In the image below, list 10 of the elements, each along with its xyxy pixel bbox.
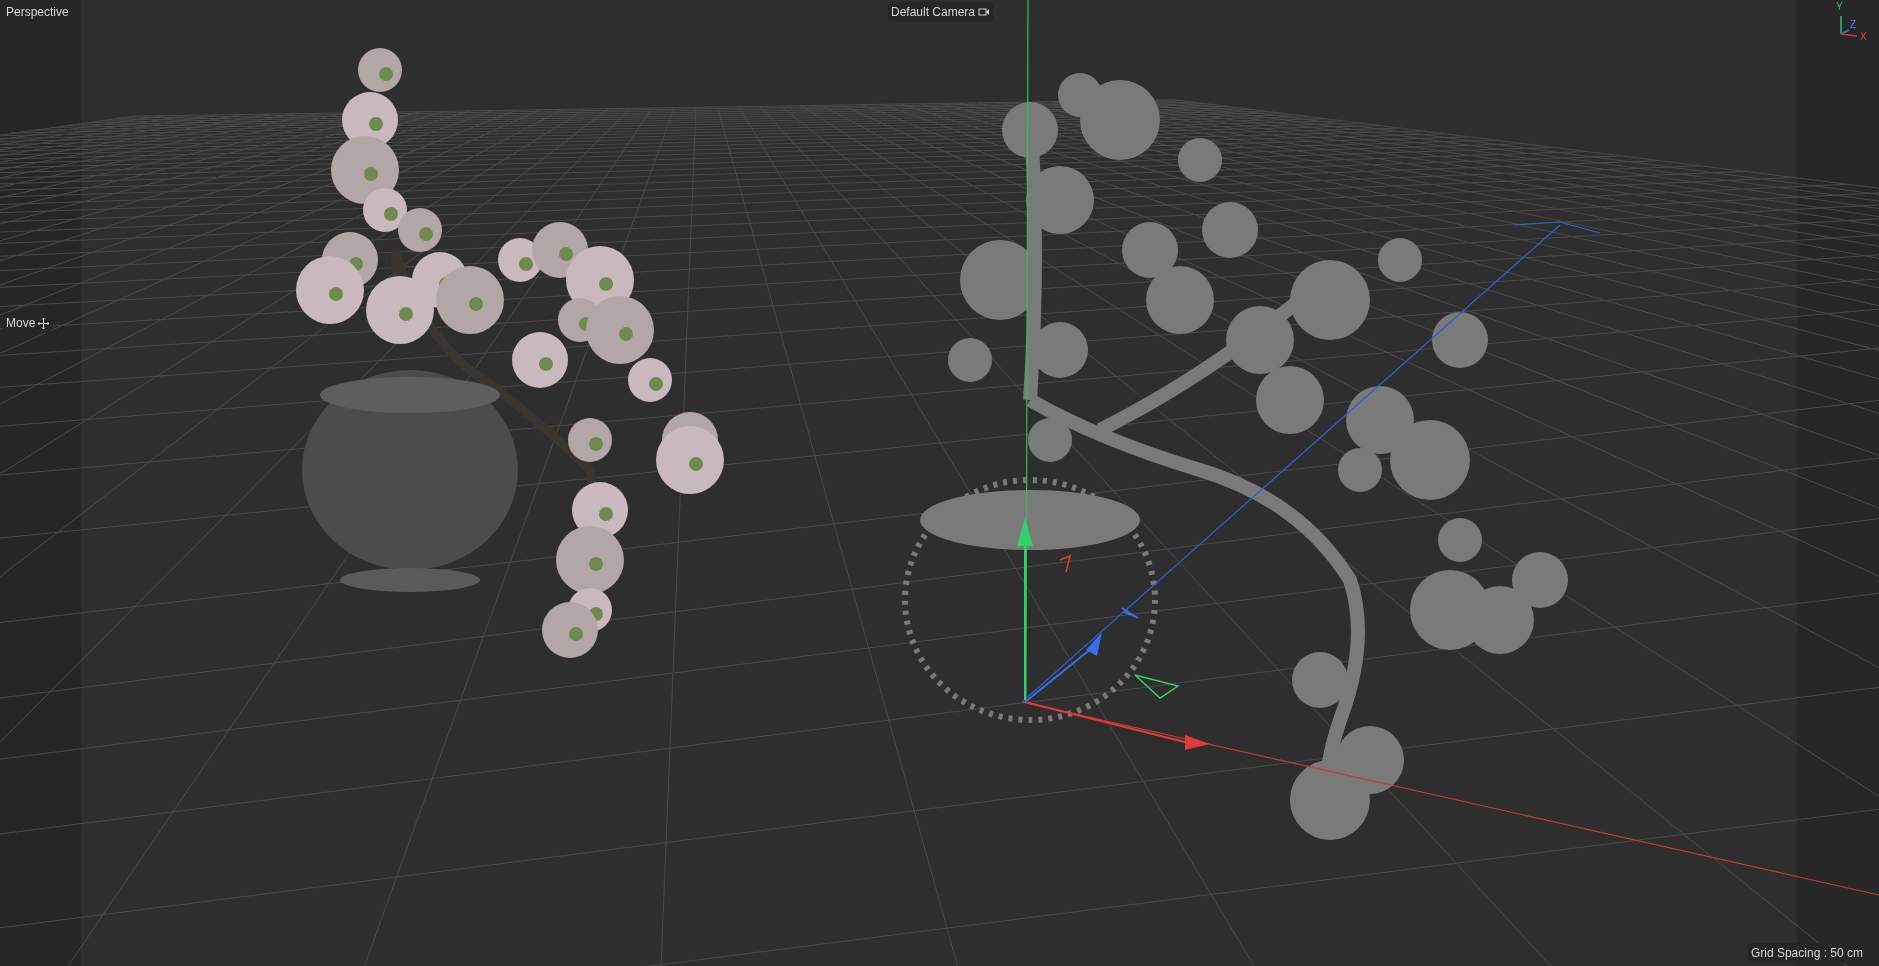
z-axis-label: Z	[1850, 20, 1857, 30]
grid-spacing-label: Grid Spacing : 50 cm	[1747, 943, 1866, 963]
y-axis-label: Y	[1836, 2, 1843, 12]
axis-triad-icon	[1840, 16, 1858, 37]
camera-menu[interactable]: Default Camera	[888, 2, 994, 22]
viewport[interactable]: Perspective Default Camera Move Y Z X Grid Spacing : 50 cm	[0, 0, 1879, 966]
camera-icon	[978, 7, 991, 17]
x-axis-label: X	[1860, 32, 1867, 42]
move-icon	[38, 317, 50, 329]
tool-indicator[interactable]: Move	[3, 313, 53, 333]
